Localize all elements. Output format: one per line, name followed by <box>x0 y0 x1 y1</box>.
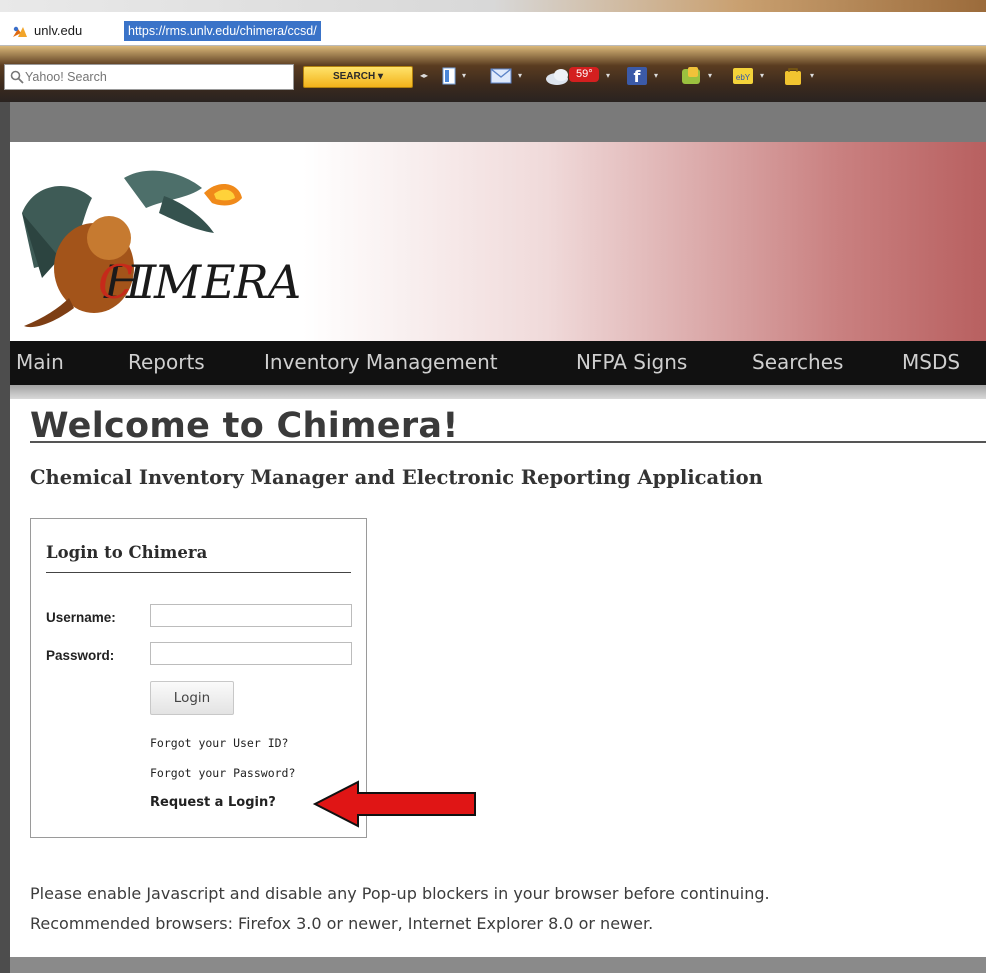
ebay-icon[interactable]: ebY <box>732 66 754 86</box>
page-title: Welcome to Chimera! <box>30 406 459 446</box>
forgot-password-link[interactable]: Forgot your Password? <box>150 766 295 780</box>
svg-text:C: C <box>98 255 133 309</box>
puzzle-icon[interactable] <box>680 66 702 86</box>
nav-item-msds[interactable]: MSDS <box>902 350 960 374</box>
bookmark-icon[interactable] <box>440 66 458 86</box>
chevron-down-icon[interactable]: ▾ <box>654 72 662 80</box>
browser-tab-strip <box>10 102 986 142</box>
site-identity-label: unlv.edu <box>34 23 83 38</box>
nav-sub-bar <box>10 385 986 399</box>
facebook-icon[interactable]: f <box>626 66 648 86</box>
nav-item-reports[interactable]: Reports <box>128 350 205 374</box>
nav-item-searches[interactable]: Searches <box>752 350 843 374</box>
search-button[interactable]: SEARCH ▾ <box>303 66 413 88</box>
yahoo-search-box[interactable] <box>4 64 294 90</box>
svg-text:M: M <box>153 255 203 309</box>
mail-icon[interactable] <box>490 66 512 86</box>
login-panel-title: Login to Chimera <box>46 543 208 562</box>
chevron-down-icon[interactable]: ▾ <box>606 72 614 80</box>
browser-recommendation: Recommended browsers: Firefox 3.0 or new… <box>30 914 654 933</box>
search-icon <box>10 70 24 84</box>
annotation-arrow-icon <box>312 780 476 828</box>
password-label: Password: <box>46 648 115 663</box>
forgot-userid-link[interactable]: Forgot your User ID? <box>150 736 288 750</box>
svg-text:R: R <box>233 255 269 309</box>
chevron-down-icon[interactable]: ▾ <box>708 72 716 80</box>
password-field[interactable] <box>150 642 352 665</box>
nav-item-main[interactable]: Main <box>16 350 64 374</box>
shopping-bag-icon[interactable] <box>782 66 804 86</box>
chevron-down-icon[interactable]: ▾ <box>810 72 818 80</box>
main-navigation: Main Reports Inventory Management NFPA S… <box>10 341 986 385</box>
chimera-logo-icon[interactable]: H I M E R A C <box>14 158 314 338</box>
title-divider <box>30 441 986 443</box>
nav-item-nfpa-signs[interactable]: NFPA Signs <box>576 350 687 374</box>
site-favicon-icon <box>13 26 27 37</box>
chevron-down-icon[interactable]: ▾ <box>518 72 526 80</box>
request-login-link[interactable]: Request a Login? <box>150 795 276 810</box>
yahoo-toolbar: SEARCH ▾ ◂▸ ▾ ▾ 59° ▾ f ▾ ▾ ebY ▾ ▾ <box>0 46 986 102</box>
svg-text:E: E <box>201 255 236 309</box>
toolbar-separator-icon: ◂▸ <box>420 71 429 80</box>
page-subtitle: Chemical Inventory Manager and Electroni… <box>30 466 763 489</box>
weather-temperature: 59° <box>576 68 593 80</box>
login-button[interactable]: Login <box>150 681 234 715</box>
address-bar[interactable]: unlv.edu https://rms.unlv.edu/chimera/cc… <box>0 18 986 46</box>
chevron-down-icon[interactable]: ▾ <box>462 72 470 80</box>
yahoo-search-input[interactable] <box>25 68 285 86</box>
window-top-strip <box>0 0 986 12</box>
svg-text:f: f <box>634 67 642 86</box>
url-field[interactable]: https://rms.unlv.edu/chimera/ccsd/ <box>124 21 321 41</box>
svg-text:A: A <box>264 255 301 309</box>
nav-item-inventory-management[interactable]: Inventory Management <box>264 350 498 374</box>
svg-text:ebY: ebY <box>736 73 751 82</box>
login-panel-divider <box>46 572 351 573</box>
page-footer-bar <box>10 957 986 973</box>
javascript-notice: Please enable Javascript and disable any… <box>30 884 770 903</box>
chevron-down-icon[interactable]: ▾ <box>760 72 768 80</box>
username-field[interactable] <box>150 604 352 627</box>
window-left-border <box>0 102 10 973</box>
username-label: Username: <box>46 610 116 625</box>
